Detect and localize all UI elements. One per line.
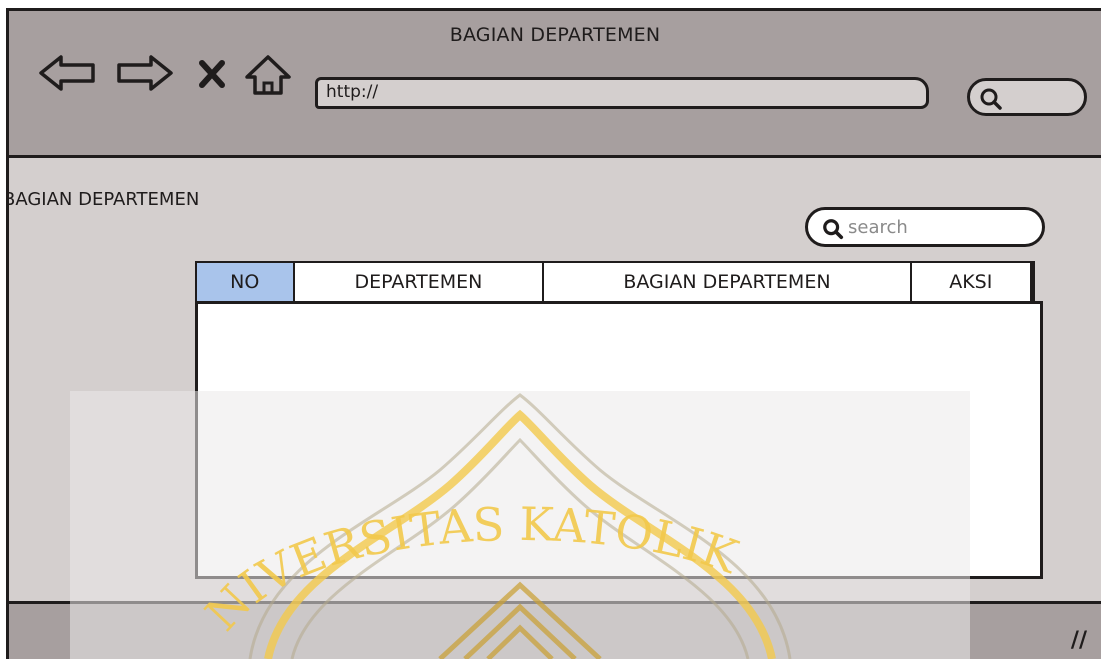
column-header-bagian-departemen[interactable]: BAGIAN DEPARTEMEN — [544, 263, 912, 301]
resize-grip-icon[interactable]: // — [1071, 628, 1087, 653]
forward-button[interactable] — [113, 53, 175, 93]
home-icon — [245, 55, 291, 95]
browser-toolbar: BAGIAN DEPARTEMEN http:// — [9, 11, 1101, 158]
forward-arrow-icon — [117, 55, 173, 91]
back-button[interactable] — [37, 53, 99, 93]
table-header: NO DEPARTEMEN BAGIAN DEPARTEMEN AKSI — [195, 261, 1035, 301]
search-icon — [980, 88, 1002, 110]
back-arrow-icon — [39, 55, 95, 91]
column-header-aksi[interactable]: AKSI — [912, 263, 1033, 301]
column-header-departemen[interactable]: DEPARTEMEN — [295, 263, 545, 301]
close-x-icon — [199, 60, 225, 88]
window-title: BAGIAN DEPARTEMEN — [449, 24, 661, 46]
address-bar-text: http:// — [326, 82, 379, 102]
address-bar[interactable]: http:// — [315, 77, 929, 109]
search-placeholder: search — [848, 217, 908, 238]
home-button[interactable] — [243, 53, 293, 95]
search-icon — [823, 219, 844, 240]
page-heading: BAGIAN DEPARTEMEN — [6, 189, 200, 210]
watermark-backdrop — [70, 391, 970, 659]
column-header-no[interactable]: NO — [197, 263, 295, 301]
search-input[interactable]: search — [805, 207, 1045, 247]
stop-button[interactable] — [197, 53, 227, 93]
browser-search-button[interactable] — [967, 78, 1087, 116]
